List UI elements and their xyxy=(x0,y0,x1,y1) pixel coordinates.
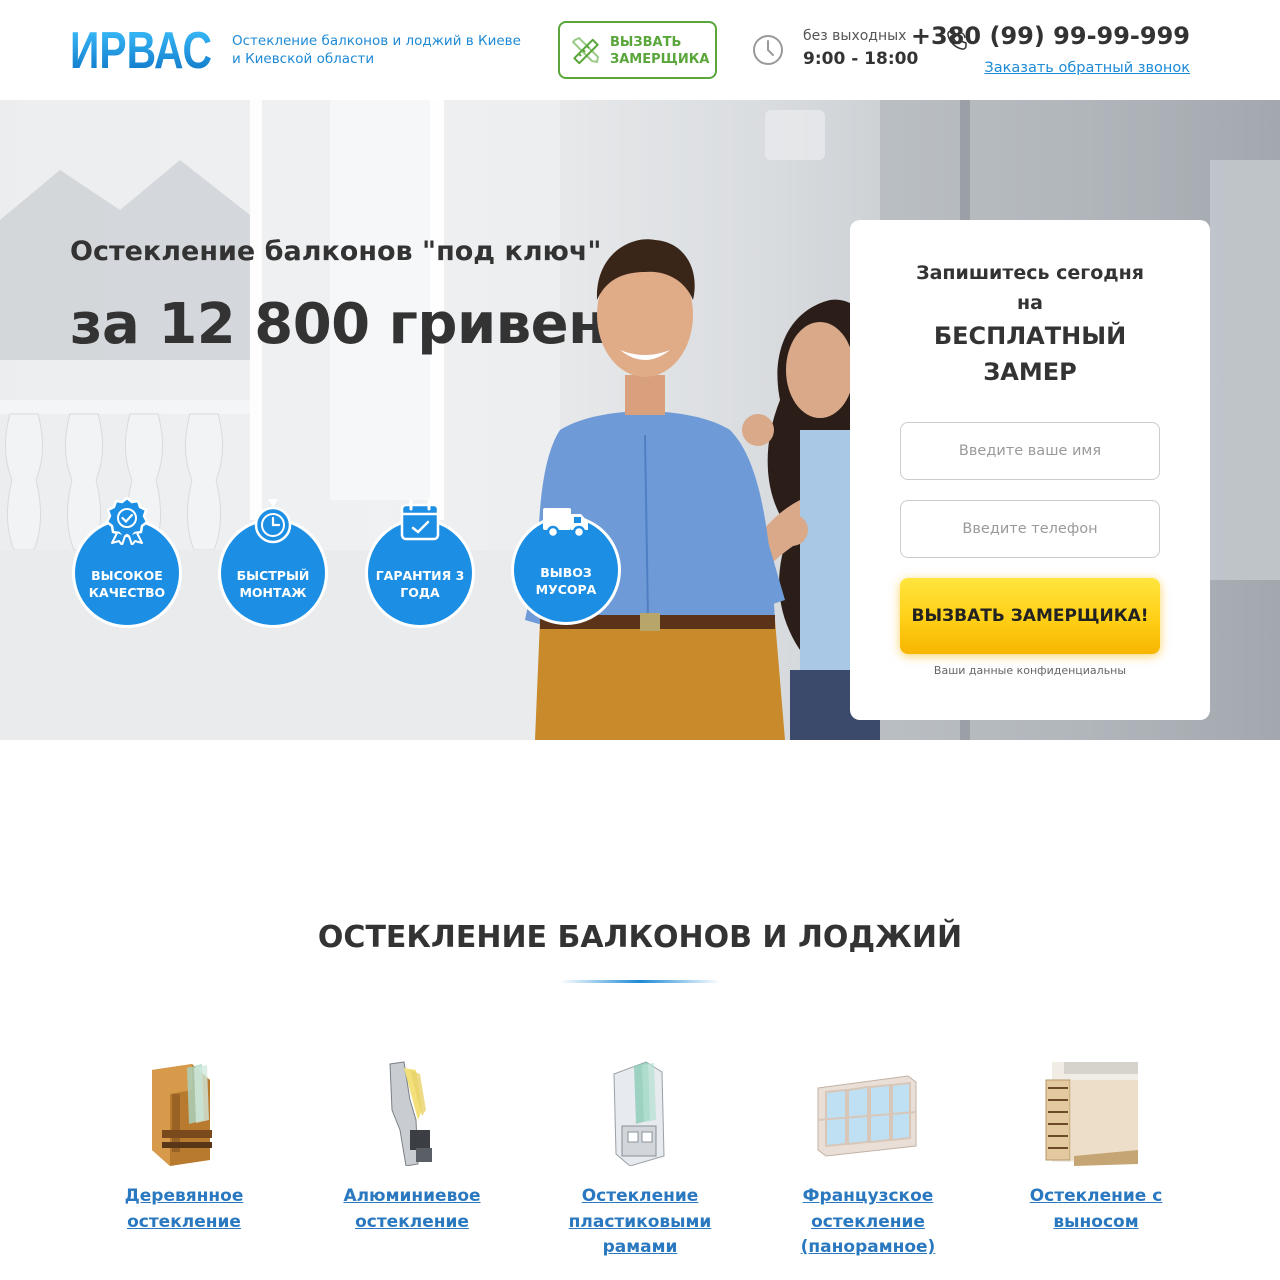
category-aluminium[interactable]: Алюминиевое остекление xyxy=(312,1060,512,1235)
wooden-window-profile-icon xyxy=(152,1064,212,1166)
category-wooden[interactable]: Деревянное остекление xyxy=(84,1060,284,1235)
submit-call-measurer-button[interactable]: ВЫЗВАТЬ ЗАМЕРЩИКА! xyxy=(900,578,1160,654)
extended-balcony-icon xyxy=(1045,1062,1138,1166)
company-logo[interactable]: ИРВАС xyxy=(70,24,212,74)
category-label: Деревянное остекление xyxy=(124,1186,244,1232)
form-heading-line1: Запишитесь сегодня xyxy=(916,262,1144,284)
call-measurer-button[interactable]: ВЫЗВАТЬ ЗАМЕРЩИКА xyxy=(558,21,717,79)
feature-label: ГАРАНТИЯ 3 ГОДА xyxy=(375,568,465,600)
category-extended[interactable]: Остекление с выносом xyxy=(996,1060,1196,1235)
feature-label: ВЫСОКОЕ КАЧЕСТВО xyxy=(88,568,166,600)
couple-photo xyxy=(525,239,880,740)
aluminium-profile-icon xyxy=(389,1061,432,1166)
call-measurer-label: ВЫЗВАТЬ ЗАМЕРЩИКА xyxy=(610,35,710,67)
callback-link[interactable]: Заказать обратный звонок xyxy=(984,60,1190,76)
name-input[interactable] xyxy=(900,422,1160,480)
category-french[interactable]: Французское остекление (панорамное) xyxy=(768,1060,968,1261)
phone-input[interactable] xyxy=(900,500,1160,558)
stopwatch-icon xyxy=(254,499,292,544)
feature-garbage-removal: ВЫВОЗ МУСОРА xyxy=(511,508,621,625)
form-heading-line4: ЗАМЕР xyxy=(983,358,1077,386)
logo-text: ИРВАС xyxy=(70,24,212,74)
category-plastic[interactable]: Остекление пластиковыми рамами xyxy=(540,1060,740,1261)
plastic-frame-profile-icon xyxy=(613,1061,665,1166)
ruler-pencil-icon xyxy=(572,37,599,65)
category-label: Алюминиевое остекление xyxy=(343,1186,481,1232)
panoramic-balcony-icon xyxy=(817,1075,917,1157)
form-heading-line3: БЕСПЛАТНЫЙ xyxy=(933,322,1127,350)
quality-badge-icon xyxy=(105,496,149,545)
section-title: ОСТЕКЛЕНИЕ БАЛКОНОВ И ЛОДЖИЙ xyxy=(317,920,963,955)
hero-banner: Остекление балконов "под ключ" за 12 800… xyxy=(0,100,1280,740)
form-heading-line2: на xyxy=(1017,292,1043,314)
category-label: Французское остекление (панорамное) xyxy=(800,1186,936,1257)
working-hours: 9:00 - 18:00 xyxy=(803,49,919,69)
working-days-label: без выходных xyxy=(803,28,907,44)
site-header: ИРВАС Остекление балконов и лоджий в Кие… xyxy=(0,0,1280,100)
category-label: Остекление с выносом xyxy=(1029,1186,1163,1232)
feature-high-quality: ВЫСОКОЕ КАЧЕСТВО xyxy=(72,496,182,628)
phone-number[interactable]: +380 (99) 99-99-999 xyxy=(911,22,1190,50)
truck-icon xyxy=(543,508,588,539)
calendar-icon xyxy=(400,499,440,541)
section-divider xyxy=(560,980,720,983)
feature-label: БЫСТРЫЙ МОНТАЖ xyxy=(236,568,310,600)
feature-warranty: ГАРАНТИЯ 3 ГОДА xyxy=(365,499,475,628)
category-label: Остекление пластиковыми рамами xyxy=(568,1186,712,1257)
feature-label: ВЫВОЗ МУСОРА xyxy=(535,565,597,597)
free-measure-form: Запишитесь сегодня на БЕСПЛАТНЫЙ ЗАМЕР В… xyxy=(850,220,1210,720)
site-tagline: Остекление балконов и лоджий в Киеве и К… xyxy=(232,33,521,67)
privacy-note: Ваши данные конфиденциальны xyxy=(933,664,1127,677)
clock-icon xyxy=(753,35,783,65)
feature-fast-install: БЫСТРЫЙ МОНТАЖ xyxy=(218,499,328,628)
